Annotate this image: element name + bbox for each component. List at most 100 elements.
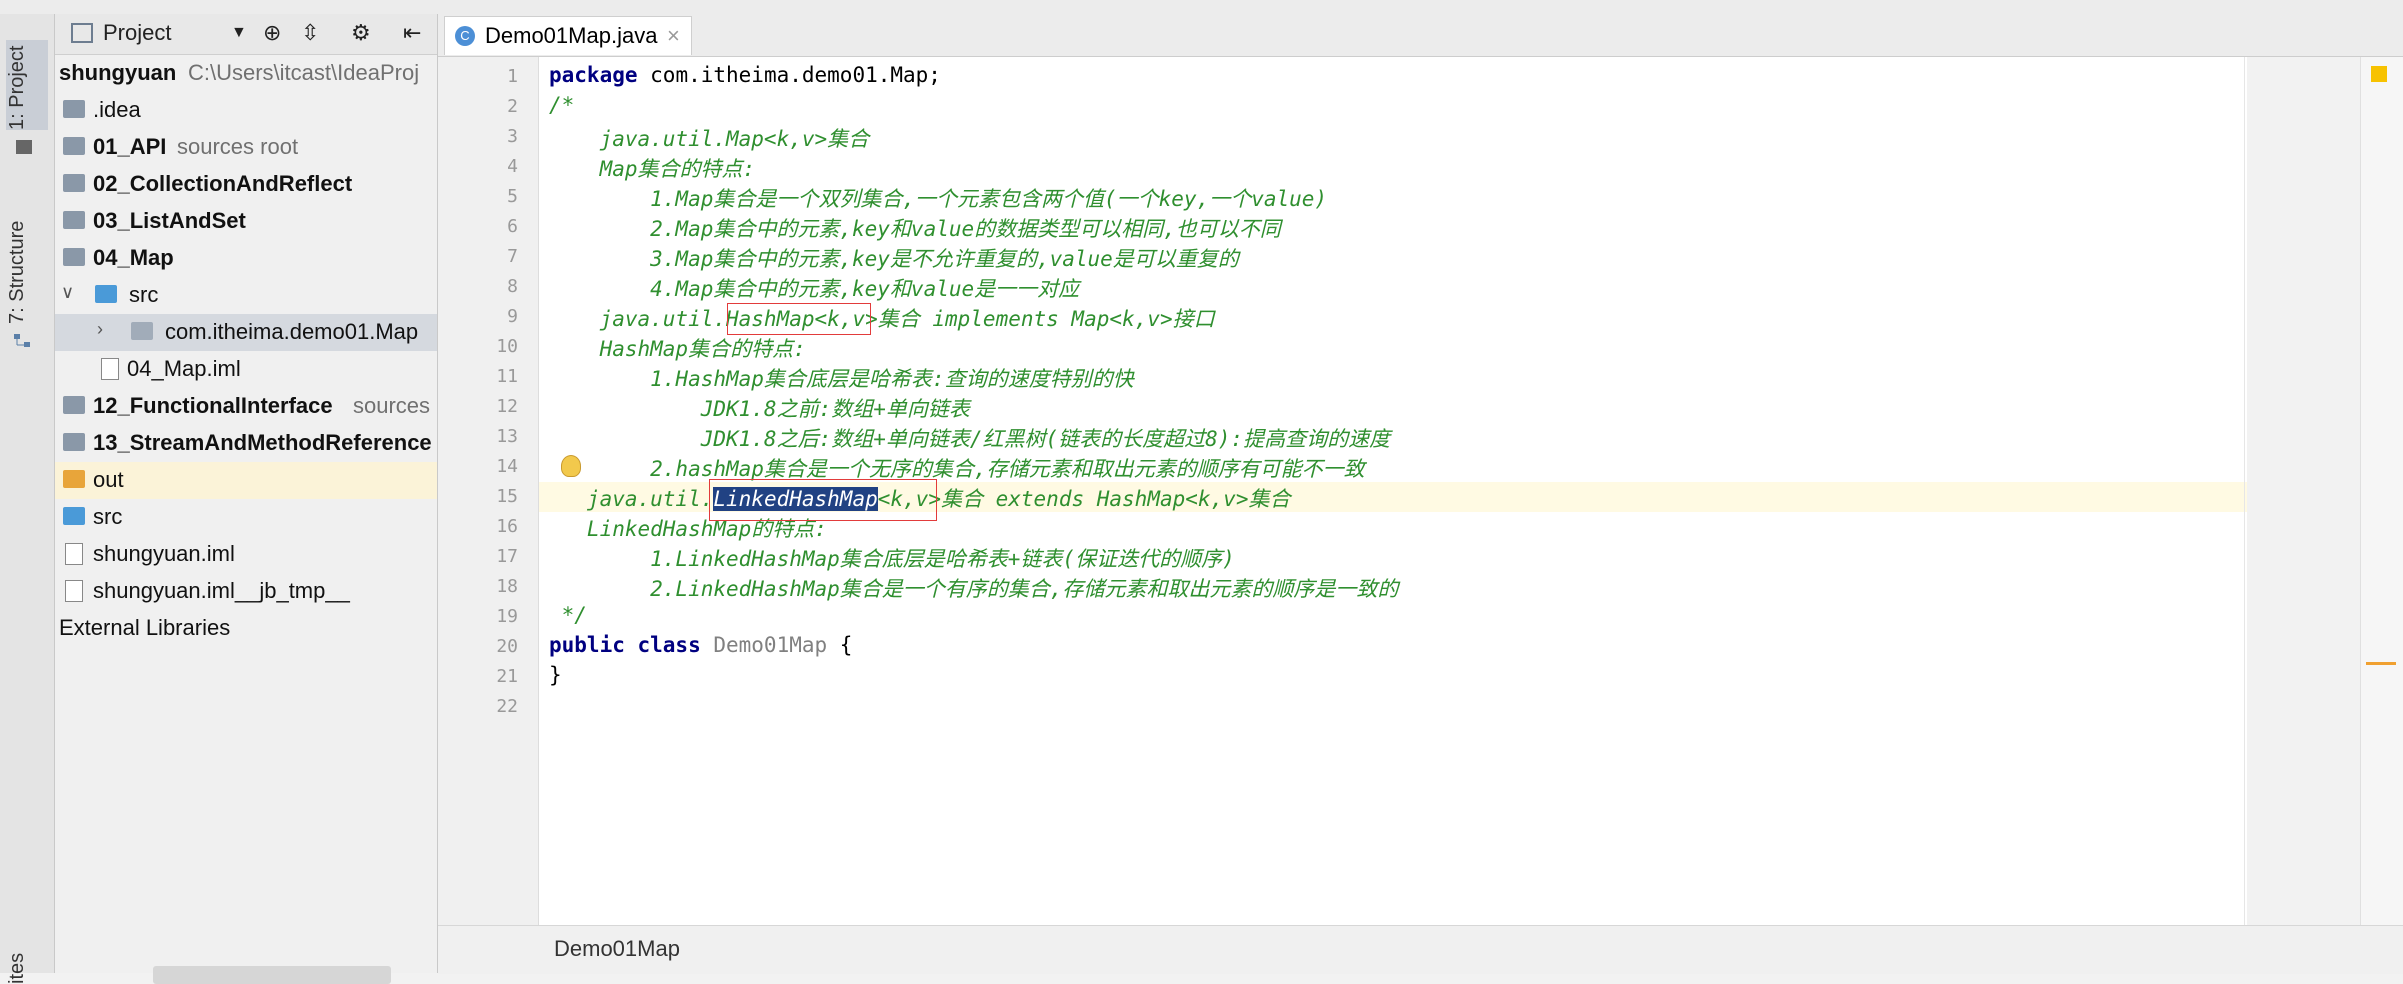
- line-number: 22: [496, 696, 518, 717]
- tree-item-label: External Libraries: [59, 615, 231, 640]
- module-folder-icon: [63, 433, 85, 451]
- line-number: 21: [496, 666, 518, 687]
- tree-item-01-api[interactable]: 01_API sources root: [55, 129, 437, 166]
- tree-item-label: com.itheima.demo01.Map: [165, 319, 419, 344]
- tab-demo01map[interactable]: C Demo01Map.java ×: [444, 16, 692, 55]
- tree-item-label: 03_ListAndSet: [93, 208, 246, 233]
- line-number: 4: [507, 156, 518, 177]
- tree-item-04-map-iml[interactable]: 04_Map.iml: [55, 351, 437, 388]
- line-number: 3: [507, 126, 518, 147]
- chevron-down-icon[interactable]: ∨: [61, 282, 74, 303]
- code-line-21: }: [549, 663, 562, 687]
- tree-item-package[interactable]: › com.itheima.demo01.Map: [55, 314, 437, 351]
- tree-item-label: 12_FunctionalInterface: [93, 393, 333, 418]
- code-line-4: Map集合的特点:: [549, 157, 756, 181]
- tree-item-out[interactable]: out: [55, 462, 437, 499]
- project-view-icon: [71, 23, 93, 43]
- iml-file-icon: [65, 543, 83, 565]
- line-number: 20: [496, 636, 518, 657]
- tree-item-shungyuan-iml[interactable]: shungyuan.iml: [55, 536, 437, 573]
- tree-item-hint: sources root: [177, 134, 299, 159]
- iml-file-icon: [101, 358, 119, 380]
- tree-item-03-listandset[interactable]: 03_ListAndSet: [55, 203, 437, 240]
- tree-item-04-map[interactable]: 04_Map: [55, 240, 437, 277]
- code-line-6: 2.Map集合中的元素,key和value的数据类型可以相同,也可以不同: [549, 217, 1281, 241]
- tree-item-label: src: [129, 282, 159, 307]
- line-number: 7: [507, 246, 518, 267]
- module-folder-icon: [63, 248, 85, 266]
- editor-tab-bar: C Demo01Map.java ×: [438, 14, 2403, 57]
- tree-item-project-root[interactable]: shungyuan C:\Users\itcast\IdeaProj: [55, 55, 437, 92]
- chevron-right-icon[interactable]: ›: [97, 319, 103, 340]
- code-line-19: */: [549, 603, 587, 627]
- tree-item-04-map-src[interactable]: ∨ src: [55, 277, 437, 314]
- horizontal-scrollbar[interactable]: [153, 966, 391, 984]
- tree-item-idea[interactable]: .idea: [55, 92, 437, 129]
- tab-label: Demo01Map.java: [485, 23, 658, 48]
- annotation-box: [709, 479, 937, 521]
- module-folder-icon: [63, 174, 85, 192]
- structure-tool-tab[interactable]: 7: Structure: [6, 194, 48, 324]
- tool-icon[interactable]: [16, 140, 32, 154]
- tree-item-12-functional[interactable]: 12_FunctionalInterface sources: [55, 388, 437, 425]
- code-line-7: 3.Map集合中的元素,key是不允许重复的,value是可以重复的: [549, 247, 1239, 271]
- line-number: 15: [496, 486, 518, 507]
- code-line-20: public class Demo01Map {: [549, 633, 853, 657]
- line-number: 19: [496, 606, 518, 627]
- line-number: 11: [496, 366, 518, 387]
- line-number: 18: [496, 576, 518, 597]
- line-number-gutter: 1 2 3 4 5 6 7 8 9 10 11 12 13 14 15 16 1…: [438, 57, 539, 925]
- code-marker[interactable]: [2366, 662, 2396, 665]
- tree-item-label: 04_Map: [93, 245, 174, 270]
- package-icon: [131, 322, 153, 340]
- source-folder-icon: [63, 507, 85, 525]
- java-class-icon: C: [455, 26, 475, 46]
- chevron-down-icon[interactable]: ▼: [231, 24, 247, 42]
- tree-item-13-stream[interactable]: 13_StreamAndMethodReference: [55, 425, 437, 462]
- warning-marker[interactable]: [2371, 66, 2387, 82]
- breadcrumb-bar: Demo01Map: [438, 925, 2403, 974]
- line-number: 9: [507, 306, 518, 327]
- code-editor[interactable]: package com.itheima.demo01.Map; /* java.…: [539, 57, 2247, 925]
- tree-item-label: 13_StreamAndMethodReference: [93, 430, 432, 455]
- line-number: 1: [507, 66, 518, 87]
- line-number: 6: [507, 216, 518, 237]
- code-line-1: package com.itheima.demo01.Map;: [549, 63, 941, 87]
- line-number: 14: [496, 456, 518, 477]
- project-tool-tab[interactable]: 1: Project: [6, 40, 48, 130]
- code-line-14: 2.hashMap集合是一个无序的集合,存储元素和取出元素的顺序有可能不一致: [549, 457, 1365, 481]
- error-stripe[interactable]: [2360, 57, 2403, 925]
- code-line-3: java.util.Map<k,v>集合: [549, 127, 870, 151]
- favorites-tool-tab[interactable]: ites: [6, 934, 48, 984]
- structure-icon: [14, 334, 32, 348]
- iml-file-icon: [65, 580, 83, 602]
- module-folder-icon: [63, 211, 85, 229]
- collapse-all-icon[interactable]: ⇳: [301, 20, 319, 46]
- tree-item-label: 01_API: [93, 134, 167, 159]
- line-number: 16: [496, 516, 518, 537]
- hide-panel-icon[interactable]: ⇤: [403, 20, 421, 46]
- line-number: 8: [507, 276, 518, 297]
- folder-icon: [63, 100, 85, 118]
- project-view-title[interactable]: Project: [103, 20, 171, 46]
- tree-item-02-collection[interactable]: 02_CollectionAndReflect: [55, 166, 437, 203]
- code-line-12: JDK1.8之前:数组+单向链表: [549, 397, 970, 421]
- locate-icon[interactable]: ⊕: [263, 20, 281, 46]
- breadcrumb[interactable]: Demo01Map: [554, 936, 680, 962]
- tree-item-label: shungyuan.iml__jb_tmp__: [93, 578, 350, 603]
- code-line-9: java.util.HashMap<k,v>集合 implements Map<…: [549, 307, 1215, 331]
- line-number: 2: [507, 96, 518, 117]
- tree-item-label: out: [93, 467, 124, 492]
- top-toolbar: [0, 0, 2403, 15]
- tree-item-shungyuan-iml-tmp[interactable]: shungyuan.iml__jb_tmp__: [55, 573, 437, 610]
- gear-icon[interactable]: ⚙: [351, 20, 371, 46]
- tree-item-src[interactable]: src: [55, 499, 437, 536]
- line-number: 17: [496, 546, 518, 567]
- right-margin-guide: [2244, 57, 2245, 925]
- code-line-5: 1.Map集合是一个双列集合,一个元素包含两个值(一个key,一个value): [549, 187, 1328, 211]
- project-panel-header: Project ▼ ⊕ ⇳ ⚙ ⇤: [55, 14, 437, 55]
- lightbulb-icon[interactable]: [561, 455, 581, 477]
- project-panel: Project ▼ ⊕ ⇳ ⚙ ⇤ shungyuan C:\Users\itc…: [55, 14, 438, 984]
- tree-item-external-libraries[interactable]: External Libraries: [55, 610, 437, 647]
- close-icon[interactable]: ×: [667, 23, 680, 49]
